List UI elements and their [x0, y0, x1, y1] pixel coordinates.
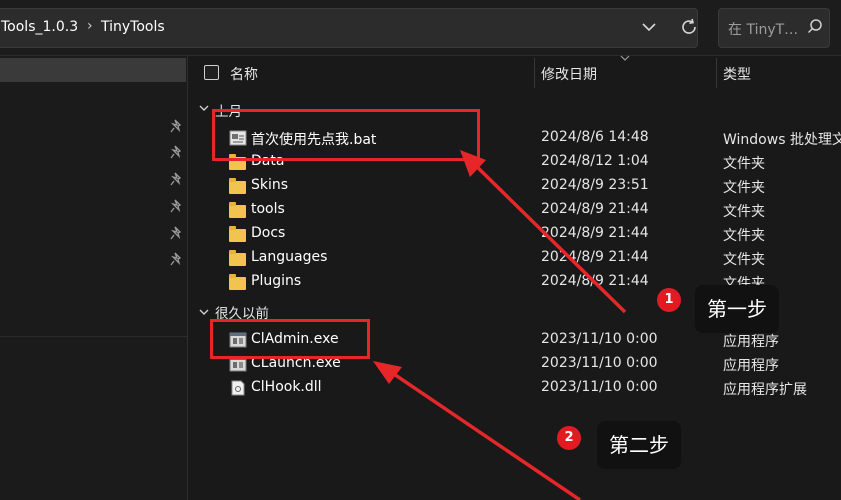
group-collapse-icon[interactable]	[198, 307, 210, 317]
column-header-date[interactable]: 修改日期	[541, 64, 597, 84]
top-bar: Tools_1.0.3 › TinyTools 在 TinyT…	[0, 0, 841, 56]
step2-number-badge: 2	[557, 426, 581, 450]
sidebar-divider	[0, 336, 187, 337]
breadcrumb-separator[interactable]: ›	[87, 18, 93, 34]
dll-icon	[231, 380, 245, 396]
pin-icon[interactable]	[170, 172, 184, 186]
file-date: 2024/8/9 21:44	[541, 225, 649, 241]
address-bar[interactable]: Tools_1.0.3 › TinyTools	[0, 8, 698, 48]
folder-icon	[229, 226, 246, 242]
sidebar-selected-item[interactable]	[0, 58, 186, 82]
step1-number-badge: 1	[657, 288, 681, 312]
column-header-name[interactable]: 名称	[230, 64, 258, 84]
highlight-box-step2	[210, 319, 370, 359]
file-type: 应用程序	[723, 334, 779, 350]
select-all-checkbox[interactable]	[204, 65, 219, 80]
breadcrumb-current[interactable]: TinyTools	[101, 19, 165, 35]
sort-chevron-icon	[620, 55, 630, 61]
pin-icon[interactable]	[170, 119, 184, 133]
file-type: 文件夹	[723, 252, 765, 268]
search-input[interactable]: 在 TinyT…	[728, 19, 798, 39]
pin-icon[interactable]	[170, 252, 184, 266]
arrow-head-step2	[373, 361, 402, 384]
pin-icon[interactable]	[170, 199, 184, 213]
folder-name[interactable]: Plugins	[251, 273, 301, 289]
file-date: 2024/8/12 1:04	[541, 153, 649, 169]
file-date: 2024/8/9 21:44	[541, 273, 649, 289]
highlight-box-step1	[212, 109, 480, 161]
file-type: 应用程序扩展	[723, 382, 807, 398]
file-date: 2024/8/9 21:44	[541, 201, 649, 217]
step2-callout: 第二步	[597, 421, 681, 469]
file-type: 文件夹	[723, 204, 765, 220]
breadcrumb-parent[interactable]: Tools_1.0.3	[1, 19, 78, 35]
folder-icon	[229, 250, 246, 266]
column-divider[interactable]	[716, 58, 717, 88]
navigation-pane	[0, 56, 188, 500]
folder-name[interactable]: Docs	[251, 225, 285, 241]
file-type: 应用程序	[723, 358, 779, 374]
search-box[interactable]: 在 TinyT…	[718, 8, 830, 48]
file-type: 文件夹	[723, 180, 765, 196]
file-date: 2024/8/9 21:44	[541, 249, 649, 265]
file-type: Windows 批处理文	[723, 132, 841, 148]
step1-callout: 第一步	[695, 285, 779, 333]
column-divider[interactable]	[534, 58, 535, 88]
refresh-icon[interactable]	[677, 15, 701, 39]
file-type: 文件夹	[723, 156, 765, 172]
file-date: 2023/11/10 0:00	[541, 355, 658, 371]
group-collapse-icon[interactable]	[198, 103, 210, 113]
file-date: 2023/11/10 0:00	[541, 379, 658, 395]
file-name[interactable]: ClHook.dll	[251, 379, 322, 395]
folder-icon	[229, 274, 246, 290]
folder-icon	[229, 202, 246, 218]
file-date: 2024/8/9 23:51	[541, 177, 649, 193]
folder-name[interactable]: Languages	[251, 249, 327, 265]
file-date: 2024/8/6 14:48	[541, 129, 649, 145]
folder-name[interactable]: tools	[251, 201, 285, 217]
pin-icon[interactable]	[170, 145, 184, 159]
folder-icon	[229, 178, 246, 194]
chevron-down-icon[interactable]	[637, 15, 661, 39]
pin-icon[interactable]	[170, 226, 184, 240]
file-type: 文件夹	[723, 228, 765, 244]
file-date: 2023/11/10 0:00	[541, 331, 658, 347]
search-icon[interactable]	[805, 17, 825, 37]
column-header-type[interactable]: 类型	[723, 64, 751, 84]
folder-name[interactable]: Skins	[251, 177, 288, 193]
